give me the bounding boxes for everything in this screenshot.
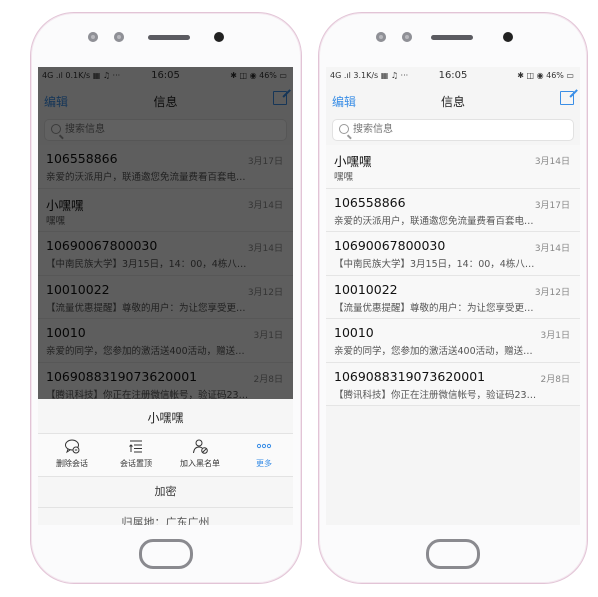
message-list: 106558866 3月17日 亲爱的沃派用户，联通邀您免流量费看百套电… 小嘿… [38,145,293,406]
location-info: 归属地：广东广州 [38,507,293,525]
message-preview: 嘿嘿 [46,215,66,227]
page-title: 信息 [440,95,465,109]
message-preview: 【流量优惠提醒】尊敬的用户：为让您享受更… [46,302,246,314]
message-sender: 小嘿嘿 [46,197,84,213]
message-row[interactable]: 106558866 3月17日 亲爱的沃派用户，联通邀您免流量费看百套电… [326,188,580,232]
sheet-title: 小嘿嘿 [147,411,184,425]
message-date: 3月1日 [253,331,283,341]
status-right: ✱ ◫ ◉ 46% ▭ [230,71,287,80]
search-bar[interactable] [44,119,287,141]
compose-icon[interactable] [273,91,287,105]
add-to-blacklist-button[interactable]: 加入黑名单 [170,438,230,469]
message-row[interactable]: 小嘿嘿 3月14日 嘿嘿 [326,145,580,189]
sensor-icon [114,32,124,42]
message-row[interactable]: 10010022 3月12日 【流量优惠提醒】尊敬的用户：为让您享受更… [38,275,293,319]
earpiece-speaker [431,35,473,40]
message-sender: 10010 [46,325,86,340]
encrypt-option[interactable]: 加密 [38,483,293,499]
message-sender: 10690067800030 [334,238,446,253]
message-row[interactable]: 106558866 3月17日 亲爱的沃派用户，联通邀您免流量费看百套电… [38,145,293,189]
message-preview: 亲爱的同学，您参加的激活送400活动，赠送… [334,346,533,357]
message-sender: 10690067800030 [46,238,158,253]
phone-left: 4G .ıl 0.1K/s ▦ ♫ ··· 16:05 ✱ ◫ ◉ 46% ▭ … [30,12,302,584]
message-date: 3月14日 [534,244,570,254]
sheet-actions: 删除会话 会话置顶 加入黑名单 更多 [38,433,293,477]
action-sheet: 小嘿嘿 删除会话 会话置顶 加入黑名单 更多 加密 归属地：广东广州 [38,399,293,525]
message-date: 3月1日 [540,331,570,341]
proximity-sensor-icon [503,32,513,42]
search-input[interactable] [353,122,553,137]
more-label: 更多 [256,459,272,468]
message-sender: 1069088319073620001 [46,368,198,384]
screen-right: 4G .ıl 3.1K/s ▦ ♫ ··· 16:05 ✱ ◫ ◉ 46% ▭ … [326,67,580,525]
message-preview: 亲爱的沃派用户，联通邀您免流量费看百套电… [334,215,534,227]
search-input[interactable] [65,122,265,137]
home-button [426,539,480,569]
message-row[interactable]: 10690067800030 3月14日 【中南民族大学】3月15日，14：00… [326,232,580,276]
proximity-sensor-icon [214,32,224,42]
message-preview: 【中南民族大学】3月15日，14：00，4栋八… [334,259,535,270]
message-date: 3月12日 [534,287,570,298]
message-row[interactable]: 10010022 3月12日 【流量优惠提醒】尊敬的用户：为让您享受更… [326,275,580,319]
earpiece-speaker [148,35,190,40]
pin-conversation-button[interactable]: 会话置顶 [106,438,166,469]
message-sender: 小嘿嘿 [334,154,372,169]
block-user-icon [193,439,208,454]
message-preview: 【腾讯科技】你正在注册微信帐号，验证码23… [334,389,537,401]
sensor-icon [402,32,412,42]
front-camera-icon [376,32,386,42]
message-sender: 106558866 [334,194,406,210]
delete-conversation-label: 删除会话 [56,459,88,468]
message-date: 3月17日 [534,200,570,211]
message-date: 3月12日 [247,287,283,298]
pin-top-icon [129,440,142,453]
message-preview: 【流量优惠提醒】尊敬的用户：为让您享受更… [334,302,534,314]
message-preview: 亲爱的沃派用户，联通邀您免流量费看百套电… [46,172,246,183]
chat-delete-icon [65,439,80,454]
more-button[interactable]: 更多 [234,438,293,469]
message-sender: 10010022 [46,281,110,297]
page-title: 信息 [153,95,178,109]
screen-left: 4G .ıl 0.1K/s ▦ ♫ ··· 16:05 ✱ ◫ ◉ 46% ▭ … [38,67,293,525]
search-icon [51,124,61,134]
message-date: 3月14日 [534,157,570,167]
message-row[interactable]: 小嘿嘿 3月14日 嘿嘿 [38,188,293,232]
search-icon [339,124,349,134]
message-date: 3月17日 [247,157,283,167]
phone-right: 4G .ıl 3.1K/s ▦ ♫ ··· 16:05 ✱ ◫ ◉ 46% ▭ … [318,12,588,584]
message-sender: 106558866 [46,151,118,166]
message-preview: 亲爱的同学，您参加的激活送400活动，赠送… [46,346,245,357]
message-sender: 10010 [334,325,374,340]
message-row[interactable]: 10010 3月1日 亲爱的同学，您参加的激活送400活动，赠送… [326,319,580,363]
message-date: 3月14日 [247,244,283,254]
message-row[interactable]: 10010 3月1日 亲爱的同学，您参加的激活送400活动，赠送… [38,319,293,363]
home-button [139,539,193,569]
status-bar: 4G .ıl 3.1K/s ▦ ♫ ··· 16:05 ✱ ◫ ◉ 46% ▭ [326,67,580,85]
more-dots-icon [256,443,272,449]
message-preview: 【中南民族大学】3月15日，14：00，4栋八… [46,259,247,270]
message-preview: 嘿嘿 [334,172,354,183]
message-date: 2月8日 [540,374,570,385]
front-camera-icon [88,32,98,42]
message-date: 2月8日 [253,374,283,385]
status-right: ✱ ◫ ◉ 46% ▭ [517,71,574,80]
message-row[interactable]: 10690067800030 3月14日 【中南民族大学】3月15日，14：00… [38,232,293,276]
message-list: 小嘿嘿 3月14日 嘿嘿 106558866 3月17日 亲爱的沃派用户，联通邀… [326,145,580,406]
message-sender: 10010022 [334,281,398,297]
compose-icon[interactable] [560,91,574,105]
message-date: 3月14日 [247,200,283,211]
nav-bar: 编辑 信息 [38,85,293,115]
search-bar[interactable] [332,119,574,141]
nav-bar: 编辑 信息 [326,85,580,115]
pin-conversation-label: 会话置顶 [120,459,152,468]
delete-conversation-button[interactable]: 删除会话 [42,438,102,469]
add-to-blacklist-label: 加入黑名单 [180,459,220,468]
message-sender: 1069088319073620001 [334,368,486,384]
status-bar: 4G .ıl 0.1K/s ▦ ♫ ··· 16:05 ✱ ◫ ◉ 46% ▭ [38,67,293,85]
message-row[interactable]: 1069088319073620001 2月8日 【腾讯科技】你正在注册微信帐号… [326,362,580,406]
